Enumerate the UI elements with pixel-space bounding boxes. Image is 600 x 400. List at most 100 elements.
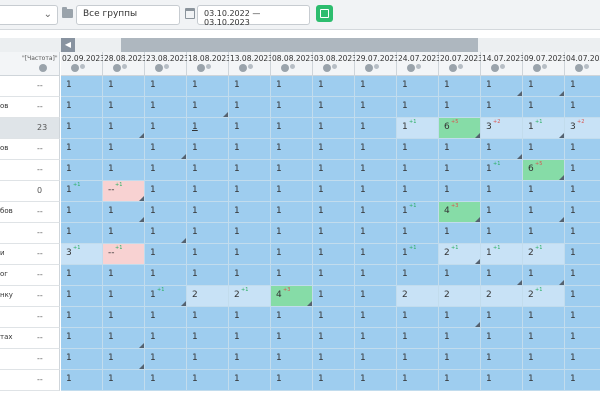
column-header-date[interactable]: 14.07.2023: [481, 52, 525, 76]
grid-cell[interactable]: 1: [145, 160, 187, 181]
grid-cell[interactable]: 1: [103, 76, 145, 97]
grid-cell[interactable]: 1: [61, 328, 103, 349]
grid-cell[interactable]: 1: [103, 328, 145, 349]
grid-cell[interactable]: 1 +1: [61, 181, 103, 202]
grid-cell[interactable]: 2 +1: [439, 244, 481, 265]
row-label[interactable]: --: [0, 223, 60, 244]
grid-cell[interactable]: 1: [271, 223, 313, 244]
settings-icon[interactable]: [155, 64, 163, 72]
grid-cell[interactable]: 1: [271, 202, 313, 223]
group-select[interactable]: Все группы: [76, 5, 180, 25]
grid-cell[interactable]: 1: [523, 223, 565, 244]
grid-cell[interactable]: 1: [229, 223, 271, 244]
grid-cell[interactable]: 1: [271, 160, 313, 181]
column-header-date[interactable]: 20.07.2023: [439, 52, 483, 76]
date-range-input[interactable]: 03.10.2022 — 03.10.2023: [197, 5, 310, 27]
grid-cell[interactable]: 1: [313, 349, 355, 370]
grid-cell[interactable]: 1: [313, 139, 355, 160]
grid-cell[interactable]: 1: [481, 370, 523, 391]
grid-cell[interactable]: 1: [355, 223, 397, 244]
grid-cell[interactable]: 1: [481, 328, 523, 349]
scrollbar-thumb[interactable]: [121, 38, 478, 52]
grid-cell[interactable]: 1: [355, 76, 397, 97]
grid-cell[interactable]: 1: [523, 328, 565, 349]
grid-cell[interactable]: -- +1: [103, 244, 145, 265]
grid-cell[interactable]: 1: [271, 118, 313, 139]
grid-cell[interactable]: 1: [145, 265, 187, 286]
grid-cell[interactable]: 1: [187, 223, 229, 244]
column-header-date[interactable]: 08.08.2023: [271, 52, 315, 76]
row-label[interactable]: и --: [0, 244, 60, 265]
grid-cell[interactable]: 1: [61, 160, 103, 181]
grid-cell[interactable]: 2: [481, 286, 523, 307]
grid-cell[interactable]: 1: [61, 76, 103, 97]
grid-cell[interactable]: 1: [271, 76, 313, 97]
grid-cell[interactable]: 1: [61, 265, 103, 286]
grid-cell[interactable]: 6 +5: [439, 118, 481, 139]
grid-cell[interactable]: 1: [523, 370, 565, 391]
grid-cell[interactable]: 1: [481, 97, 523, 118]
grid-cell[interactable]: 1: [187, 370, 229, 391]
grid-cell[interactable]: 1: [355, 181, 397, 202]
grid-cell[interactable]: 2: [187, 286, 229, 307]
grid-cell[interactable]: 1: [313, 97, 355, 118]
grid-cell[interactable]: 1: [313, 265, 355, 286]
grid-cell[interactable]: 1: [145, 97, 187, 118]
grid-cell[interactable]: 1: [271, 349, 313, 370]
grid-cell[interactable]: 2 +1: [523, 244, 565, 265]
grid-cell[interactable]: 1: [229, 328, 271, 349]
grid-cell[interactable]: 1: [523, 139, 565, 160]
grid-cell[interactable]: 1: [313, 307, 355, 328]
grid-cell[interactable]: -- +1: [103, 181, 145, 202]
grid-cell[interactable]: 1 +1: [145, 286, 187, 307]
grid-cell[interactable]: 1: [439, 181, 481, 202]
grid-cell[interactable]: 1: [229, 160, 271, 181]
grid-cell[interactable]: 1: [481, 202, 523, 223]
grid-cell[interactable]: 1: [355, 349, 397, 370]
grid-cell[interactable]: 1: [565, 223, 600, 244]
grid-cell[interactable]: 1: [103, 223, 145, 244]
grid-cell[interactable]: 2 +1: [229, 286, 271, 307]
grid-cell[interactable]: 1: [523, 307, 565, 328]
grid-cell[interactable]: 1: [145, 244, 187, 265]
settings-icon[interactable]: [71, 64, 79, 72]
grid-cell[interactable]: 1: [355, 118, 397, 139]
grid-cell[interactable]: 1: [145, 76, 187, 97]
column-header-date[interactable]: 13.08.2023: [229, 52, 273, 76]
grid-cell[interactable]: 1: [439, 370, 481, 391]
row-label[interactable]: ов --: [0, 97, 60, 118]
grid-cell[interactable]: 1: [271, 328, 313, 349]
column-header-date[interactable]: 03.08.2023: [313, 52, 357, 76]
grid-cell[interactable]: 1: [271, 244, 313, 265]
grid-cell[interactable]: 1: [313, 118, 355, 139]
row-label[interactable]: --: [0, 160, 60, 181]
settings-icon[interactable]: [365, 64, 373, 72]
grid-cell[interactable]: 1: [565, 265, 600, 286]
grid-cell[interactable]: 1: [439, 265, 481, 286]
grid-cell[interactable]: 1: [145, 349, 187, 370]
grid-cell[interactable]: 1: [229, 202, 271, 223]
grid-cell[interactable]: 1: [565, 328, 600, 349]
grid-cell[interactable]: 1: [103, 349, 145, 370]
grid-cell[interactable]: 1: [565, 244, 600, 265]
grid-cell[interactable]: 1: [355, 265, 397, 286]
grid-cell[interactable]: 1: [61, 139, 103, 160]
grid-cell[interactable]: 1: [565, 76, 600, 97]
grid-cell[interactable]: 1: [439, 97, 481, 118]
grid-cell[interactable]: 1: [523, 202, 565, 223]
grid-cell[interactable]: 1: [145, 223, 187, 244]
grid-cell[interactable]: 1: [397, 265, 439, 286]
grid-cell[interactable]: 1: [397, 97, 439, 118]
grid-cell[interactable]: 1 +1: [397, 202, 439, 223]
grid-cell[interactable]: 1 +1: [523, 118, 565, 139]
grid-cell[interactable]: 1: [229, 265, 271, 286]
grid-cell[interactable]: 1: [103, 97, 145, 118]
row-label[interactable]: 23: [0, 118, 60, 139]
row-label[interactable]: --: [0, 370, 60, 391]
grid-cell[interactable]: 1: [565, 160, 600, 181]
grid-cell[interactable]: 1: [61, 202, 103, 223]
grid-cell[interactable]: 1: [523, 181, 565, 202]
grid-cell[interactable]: 1: [565, 97, 600, 118]
grid-cell[interactable]: 1: [103, 307, 145, 328]
row-label[interactable]: --: [0, 76, 60, 97]
